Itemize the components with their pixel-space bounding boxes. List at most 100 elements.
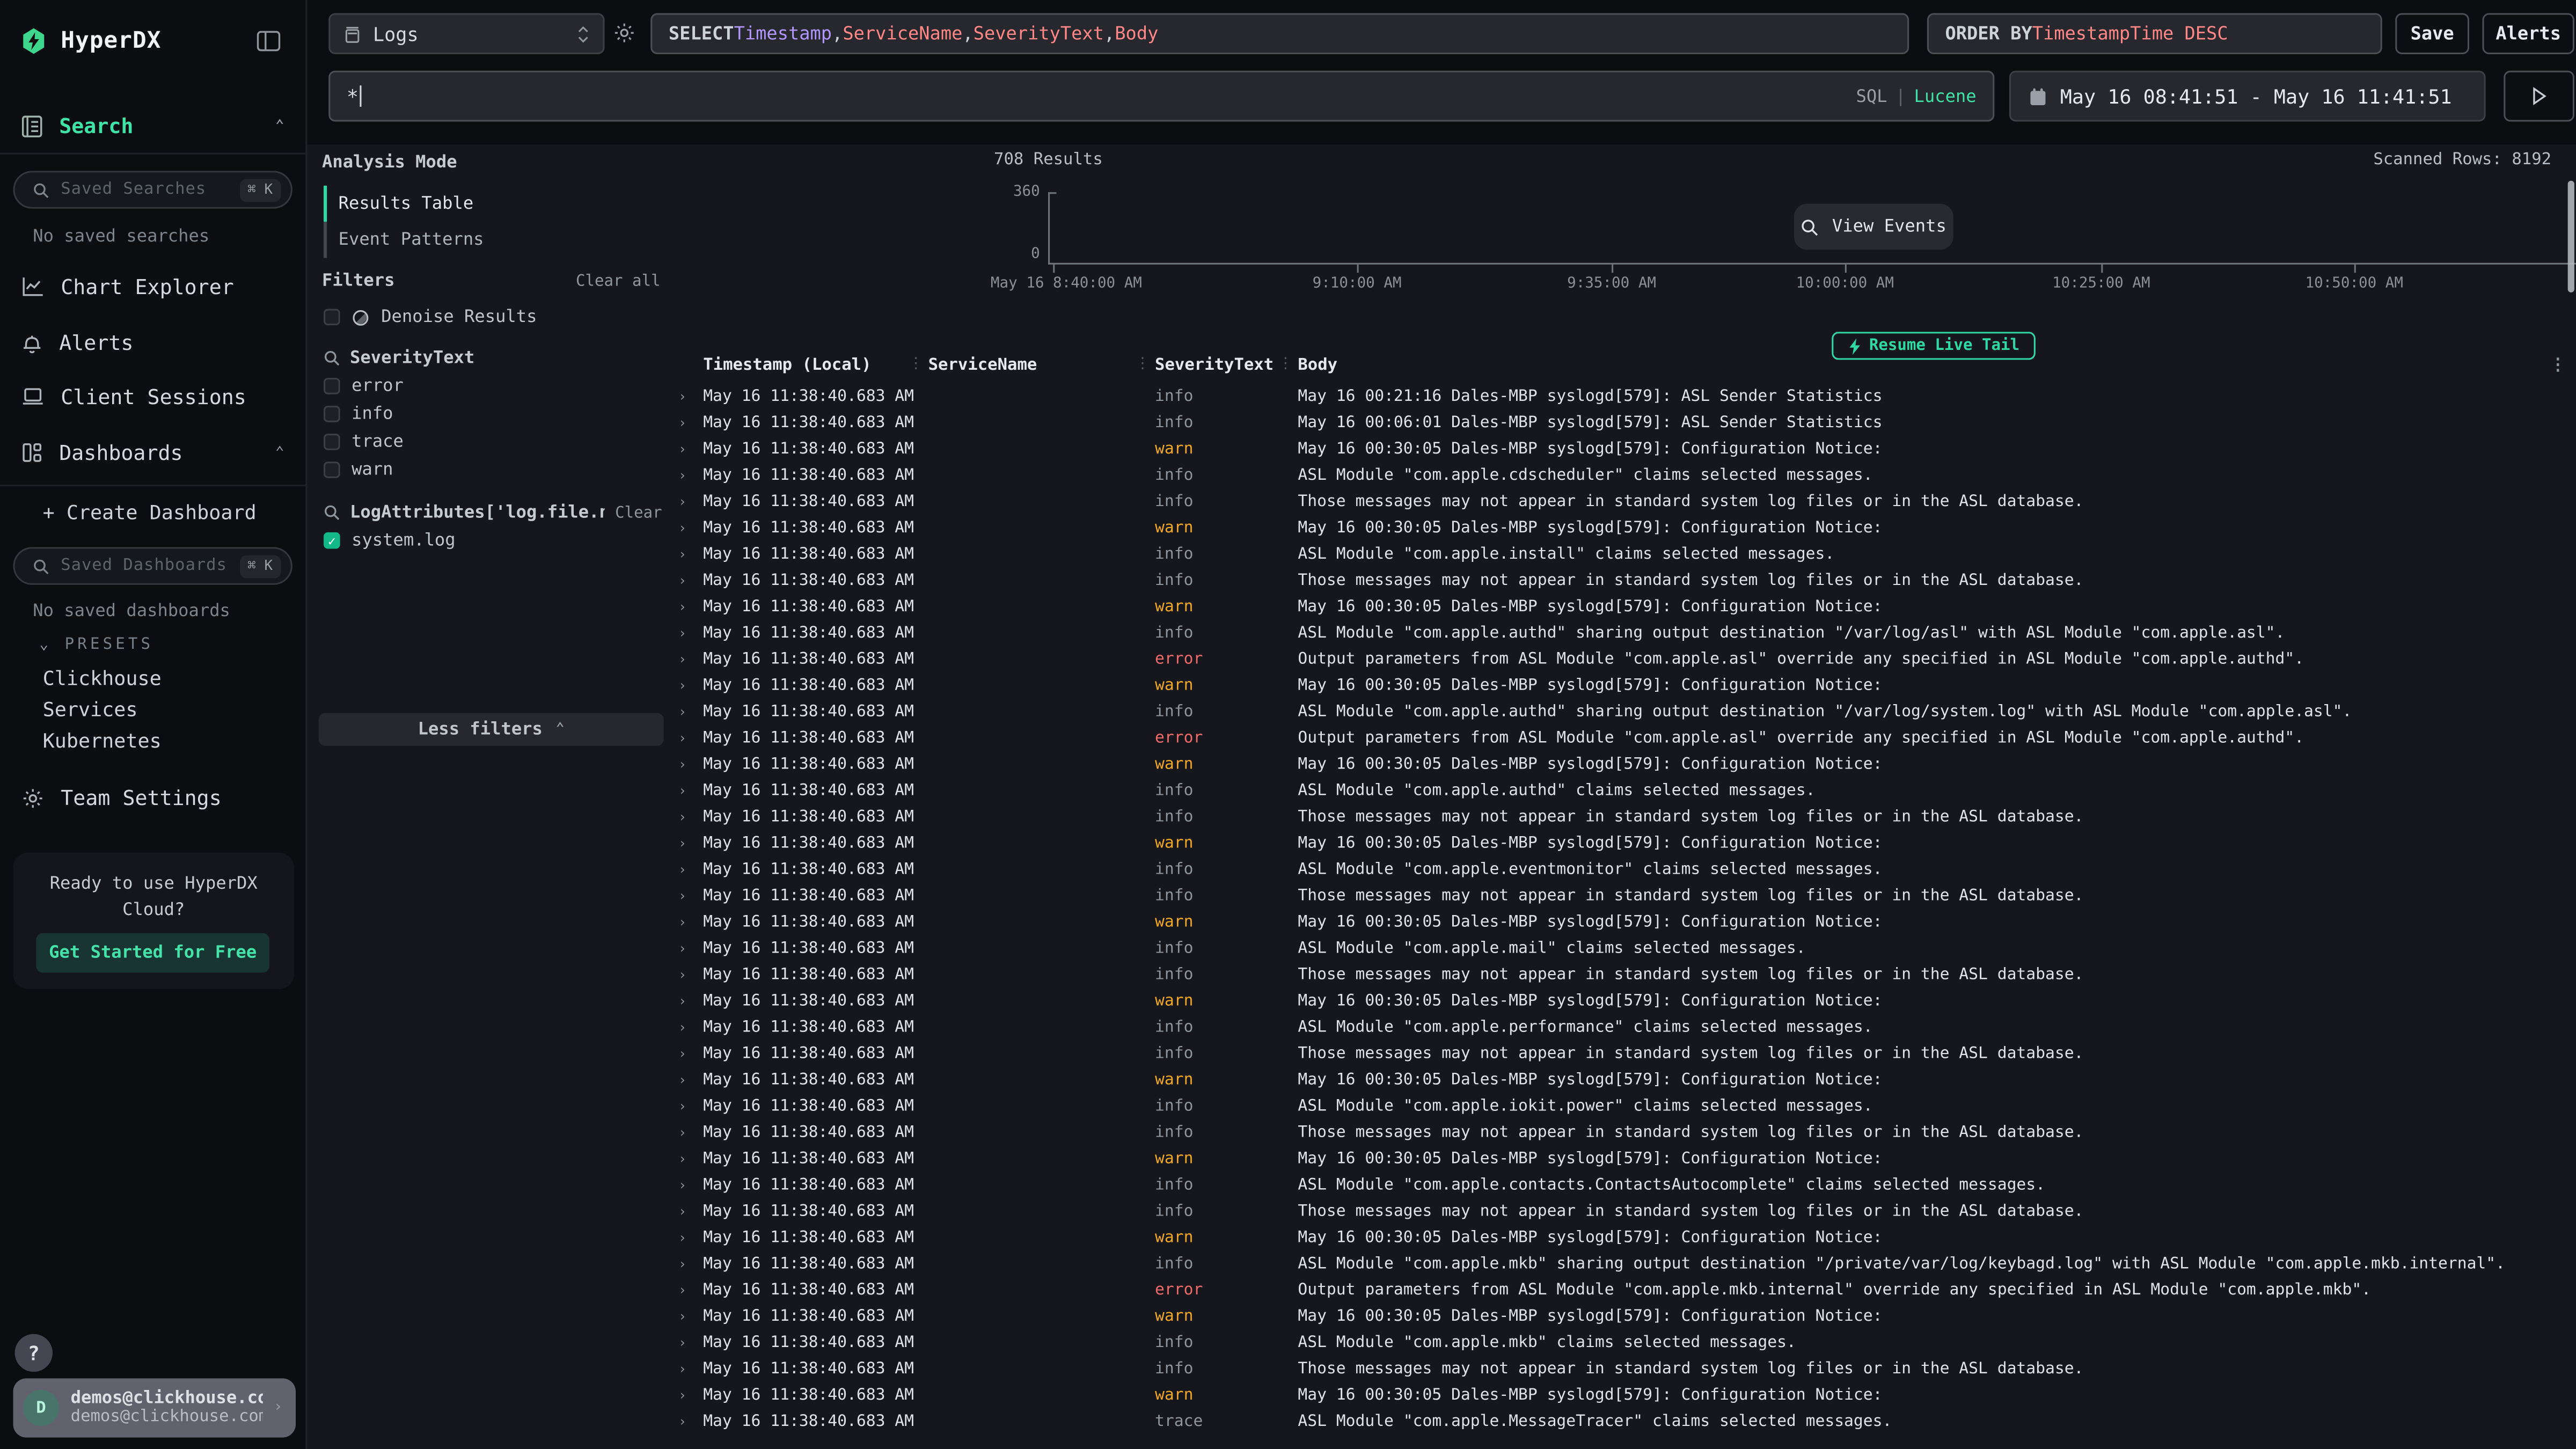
column-resize-handle-icon[interactable]: ⋮ <box>1135 356 1150 373</box>
table-row[interactable]: › May 16 11:38:40.683 AM warn May 16 00:… <box>675 989 2576 1015</box>
table-row[interactable]: › May 16 11:38:40.683 AM info ASL Module… <box>675 779 2576 805</box>
row-expand-icon[interactable]: › <box>678 621 686 647</box>
row-expand-icon[interactable]: › <box>678 1094 686 1121</box>
filter-option-trace[interactable]: trace <box>324 432 404 452</box>
row-expand-icon[interactable]: › <box>678 1305 686 1331</box>
row-expand-icon[interactable]: › <box>678 674 686 700</box>
denoise-results-option[interactable]: Denoise Results <box>324 307 537 327</box>
select-clause-input[interactable]: SELECT Timestamp, ServiceName, SeverityT… <box>650 13 1909 54</box>
table-options-icon[interactable]: ⋮ <box>2550 356 2566 375</box>
table-row[interactable]: › May 16 11:38:40.683 AM error Output pa… <box>675 647 2576 674</box>
row-expand-icon[interactable]: › <box>678 884 686 910</box>
row-expand-icon[interactable]: › <box>678 936 686 963</box>
mode-results-table[interactable]: Results Table <box>324 186 661 222</box>
row-expand-icon[interactable]: › <box>678 1384 686 1410</box>
table-row[interactable]: › May 16 11:38:40.683 AM trace ASL Modul… <box>675 1410 2576 1436</box>
table-row[interactable]: › May 16 11:38:40.683 AM info Those mess… <box>675 568 2576 595</box>
table-row[interactable]: › May 16 11:38:40.683 AM info ASL Module… <box>675 463 2576 489</box>
row-expand-icon[interactable]: › <box>678 1173 686 1199</box>
sidebar-item-alerts[interactable]: Alerts <box>21 330 284 355</box>
row-expand-icon[interactable]: › <box>678 595 686 621</box>
row-expand-icon[interactable]: › <box>678 910 686 936</box>
row-expand-icon[interactable]: › <box>678 568 686 595</box>
help-button[interactable]: ? <box>15 1334 53 1372</box>
sidebar-item-chart-explorer[interactable]: Chart Explorer <box>21 274 284 299</box>
table-row[interactable]: › May 16 11:38:40.683 AM warn May 16 00:… <box>675 437 2576 463</box>
row-expand-icon[interactable]: › <box>678 989 686 1015</box>
table-row[interactable]: › May 16 11:38:40.683 AM info Those mess… <box>675 1357 2576 1384</box>
table-row[interactable]: › May 16 11:38:40.683 AM info Those mess… <box>675 1042 2576 1068</box>
save-button[interactable]: Save <box>2395 13 2469 54</box>
table-row[interactable]: › May 16 11:38:40.683 AM warn May 16 00:… <box>675 516 2576 542</box>
filter-option-info[interactable]: info <box>324 404 393 424</box>
checkbox-checked[interactable]: ✓ <box>324 532 340 549</box>
sidebar-item-client-sessions[interactable]: Client Sessions <box>21 384 284 409</box>
row-expand-icon[interactable]: › <box>678 384 686 411</box>
table-row[interactable]: › May 16 11:38:40.683 AM warn May 16 00:… <box>675 1147 2576 1173</box>
row-expand-icon[interactable]: › <box>678 752 686 779</box>
row-expand-icon[interactable]: › <box>678 542 686 568</box>
table-row[interactable]: › May 16 11:38:40.683 AM warn May 16 00:… <box>675 1068 2576 1094</box>
column-resize-handle-icon[interactable]: ⋮ <box>909 356 924 373</box>
view-events-button[interactable]: View Events <box>1794 204 1953 250</box>
table-row[interactable]: › May 16 11:38:40.683 AM info May 16 00:… <box>675 384 2576 411</box>
row-expand-icon[interactable]: › <box>678 1199 686 1226</box>
lang-sql[interactable]: SQL <box>1856 86 1887 106</box>
lang-lucene[interactable]: Lucene <box>1914 86 1977 106</box>
table-row[interactable]: › May 16 11:38:40.683 AM warn May 16 00:… <box>675 910 2576 936</box>
table-row[interactable]: › May 16 11:38:40.683 AM error Output pa… <box>675 1278 2576 1305</box>
row-expand-icon[interactable]: › <box>678 858 686 884</box>
checkbox-unchecked[interactable] <box>324 434 340 450</box>
time-range-picker[interactable]: May 16 08:41:51 - May 16 11:41:51 <box>2009 71 2486 122</box>
preset-clickhouse[interactable]: Clickhouse <box>43 667 162 690</box>
create-dashboard-button[interactable]: + Create Dashboard <box>43 501 257 524</box>
row-expand-icon[interactable]: › <box>678 726 686 752</box>
table-row[interactable]: › May 16 11:38:40.683 AM warn May 16 00:… <box>675 831 2576 858</box>
filter-option-warn[interactable]: warn <box>324 460 393 480</box>
column-header-body[interactable]: Body <box>1298 356 1337 375</box>
mode-event-patterns[interactable]: Event Patterns <box>324 222 661 258</box>
row-expand-icon[interactable]: › <box>678 1015 686 1042</box>
row-expand-icon[interactable]: › <box>678 779 686 805</box>
row-expand-icon[interactable]: › <box>678 1226 686 1252</box>
source-select[interactable]: Logs <box>328 13 604 54</box>
row-expand-icon[interactable]: › <box>678 805 686 831</box>
source-settings-gear-icon[interactable] <box>613 21 636 45</box>
row-expand-icon[interactable]: › <box>678 647 686 674</box>
sidebar-collapse-icon[interactable] <box>257 30 281 53</box>
resume-live-tail-button[interactable]: Resume Live Tail <box>1832 332 2036 360</box>
table-row[interactable]: › May 16 11:38:40.683 AM warn May 16 00:… <box>675 1305 2576 1331</box>
less-filters-button[interactable]: Less filters ⌃ <box>319 713 664 746</box>
presets-section[interactable]: ⌄ PRESETS <box>39 636 153 654</box>
row-expand-icon[interactable]: › <box>678 411 686 437</box>
checkbox-unchecked[interactable] <box>324 309 340 326</box>
table-row[interactable]: › May 16 11:38:40.683 AM info ASL Module… <box>675 1331 2576 1357</box>
table-row[interactable]: › May 16 11:38:40.683 AM warn May 16 00:… <box>675 752 2576 779</box>
saved-searches-input[interactable]: Saved Searches ⌘ K <box>13 171 292 208</box>
table-row[interactable]: › May 16 11:38:40.683 AM info ASL Module… <box>675 1173 2576 1199</box>
table-row[interactable]: › May 16 11:38:40.683 AM warn May 16 00:… <box>675 1226 2576 1252</box>
saved-dashboards-input[interactable]: Saved Dashboards ⌘ K <box>13 547 292 584</box>
row-expand-icon[interactable]: › <box>678 831 686 858</box>
column-header-severitytext[interactable]: SeverityText <box>1155 356 1274 375</box>
table-row[interactable]: › May 16 11:38:40.683 AM info ASL Module… <box>675 858 2576 884</box>
results-histogram[interactable]: 360 0 May 16 8:40:00 AM9:10:00 AM9:35:00… <box>675 144 2576 292</box>
table-row[interactable]: › May 16 11:38:40.683 AM info Those mess… <box>675 1121 2576 1147</box>
row-expand-icon[interactable]: › <box>678 1147 686 1173</box>
run-query-button[interactable] <box>2504 71 2574 122</box>
table-row[interactable]: › May 16 11:38:40.683 AM info ASL Module… <box>675 1094 2576 1121</box>
table-row[interactable]: › May 16 11:38:40.683 AM info ASL Module… <box>675 936 2576 963</box>
vertical-scrollbar[interactable] <box>2568 181 2574 292</box>
row-expand-icon[interactable]: › <box>678 1278 686 1305</box>
table-row[interactable]: › May 16 11:38:40.683 AM info Those mess… <box>675 963 2576 989</box>
table-row[interactable]: › May 16 11:38:40.683 AM info ASL Module… <box>675 1252 2576 1278</box>
search-icon[interactable] <box>324 350 340 367</box>
table-row[interactable]: › May 16 11:38:40.683 AM info ASL Module… <box>675 542 2576 568</box>
user-menu[interactable]: D demos@clickhouse.com demos@clickhouse.… <box>13 1378 296 1437</box>
table-row[interactable]: › May 16 11:38:40.683 AM warn May 16 00:… <box>675 674 2576 700</box>
table-row[interactable]: › May 16 11:38:40.683 AM error Output pa… <box>675 726 2576 752</box>
table-row[interactable]: › May 16 11:38:40.683 AM info Those mess… <box>675 805 2576 831</box>
sidebar-item-team-settings[interactable]: Team Settings <box>21 785 284 810</box>
table-row[interactable]: › May 16 11:38:40.683 AM info Those mess… <box>675 1199 2576 1226</box>
filter-option-system-log[interactable]: ✓ system.log <box>324 531 456 551</box>
